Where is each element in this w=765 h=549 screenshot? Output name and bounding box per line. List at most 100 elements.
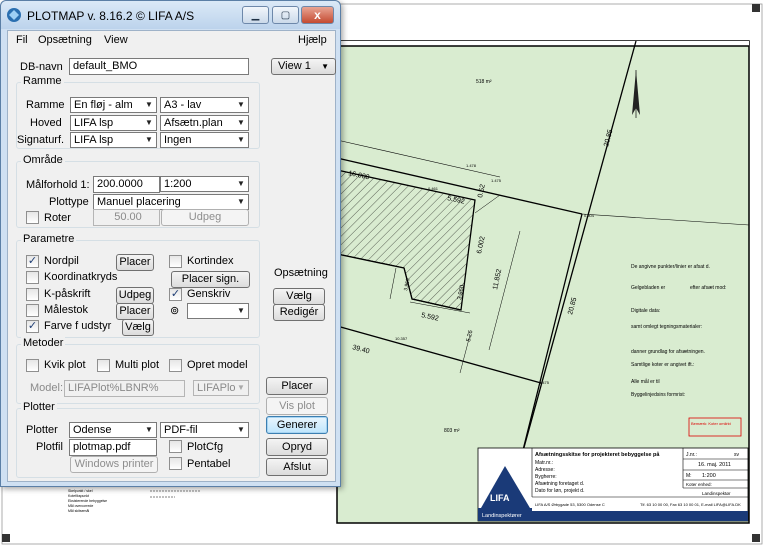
scale-select[interactable]: 1:200 ▼ [160,176,249,192]
tb-row: Afsætning foretaget d. [535,481,584,487]
view-select[interactable]: View 1 ▼ [271,58,336,75]
plotmap-app-icon [7,8,21,22]
keymap-checkbox[interactable] [169,255,182,268]
clear-button[interactable]: Opryd [266,438,328,456]
close-button[interactable]: x [301,6,334,24]
signatur-extra-value: Ingen [164,134,192,146]
ramme-group-title: Ramme [21,75,64,87]
plottype-label: Plottype [49,196,89,208]
plotter-group-title: Plotter [21,401,57,413]
genskriv-select[interactable]: ▼ [187,303,249,319]
chevron-down-icon: ▼ [145,118,153,127]
north-checkbox[interactable]: ✓ [26,255,39,268]
windows-printer-button[interactable]: Windows printer [70,456,158,473]
tb-scale-label: M: [686,473,692,479]
plottype-select[interactable]: Manuel placering ▼ [93,194,249,210]
plotcfg-checkbox[interactable] [169,440,182,453]
quick-plot-label: Kvik plot [44,359,86,371]
north-place-button[interactable]: Placer [116,254,154,271]
color-choose-button[interactable]: Vælg [122,319,154,336]
legend-item: Mål overcorrede [68,504,93,508]
rotate-input[interactable]: 50.00 [93,209,160,226]
menu-file[interactable]: Fil [16,34,28,46]
quick-plot-checkbox[interactable] [26,359,39,372]
hoved-select[interactable]: LIFA lsp ▼ [70,115,157,131]
remark-text: Bemærk: Koter omlirkt [691,421,732,426]
view-select-value: View 1 [278,60,311,72]
minimize-button[interactable]: ▁ [242,6,269,24]
ramme-select[interactable]: En fløj - alm ▼ [70,97,157,113]
hoved-select-value: LIFA lsp [74,117,114,129]
hoved-type-value: Afsætn.plan [164,117,223,129]
signatur-select[interactable]: LIFA lsp ▼ [70,132,157,148]
menu-view[interactable]: View [104,34,128,46]
rotate-select-button[interactable]: Udpeg [161,209,249,226]
model-select[interactable]: LIFAPlo ▼ [193,380,249,396]
title-bar[interactable]: PLOTMAP v. 8.16.2 © LIFA A/S ▁ ▢ x [1,1,340,29]
menu-help[interactable]: Hjælp [298,34,327,46]
view-plot-button[interactable]: Vis plot [266,397,328,415]
chevron-down-icon: ▼ [145,135,153,144]
model-input[interactable]: LIFAPlot%LBNR% [64,380,185,397]
pentable-label: Pentabel [187,458,231,470]
hoved-type-select[interactable]: Afsætn.plan ▼ [160,115,249,131]
maximize-button[interactable]: ▢ [272,6,299,24]
genskriv-symbol-icon: ⊚ [170,305,180,317]
tb-row: Adresse: [535,467,555,473]
tb-row: Matr.nr.: [535,460,553,466]
pentable-checkbox[interactable] [169,457,182,470]
db-name-label: DB-navn [20,61,63,73]
north-label: Nordpil [44,255,79,267]
kpaskrift-checkbox[interactable] [26,288,39,301]
scalebar-checkbox[interactable] [26,304,39,317]
window-title: PLOTMAP v. 8.16.2 © LIFA A/S [27,9,195,23]
place-sign-button[interactable]: Placer sign. [171,271,250,288]
db-name-input[interactable]: default_BMO [69,58,249,75]
place-button[interactable]: Placer [266,377,328,395]
tb-row: Bygherre: [535,474,557,480]
note-line: Alle mål er til [631,378,660,385]
note-line: efter afsæt mod: [690,285,726,291]
tb-scale: 1:200 [702,473,716,479]
note-line: samt omlegt tegningsmaterialer: [631,324,702,330]
metoder-group-title: Metoder [21,337,66,349]
plotter-select-value: Odense [73,424,112,436]
tb-row: Dato for løn, projekt d. [535,488,584,494]
chevron-down-icon: ▼ [321,62,329,71]
chevron-down-icon: ▼ [237,383,245,392]
scale-input[interactable]: 200.0000 [93,176,160,193]
plotter-select[interactable]: Odense ▼ [69,422,157,438]
menu-setup[interactable]: Opsætning [38,34,92,46]
plotfile-input[interactable]: plotmap.pdf [69,439,157,456]
title-block: Afsætningsskitse for projekteret bebygge… [477,447,749,522]
kpaskrift-select-button[interactable]: Udpeg [116,287,154,304]
color-checkbox[interactable]: ✓ [26,320,39,333]
coord-checkbox[interactable] [26,271,39,284]
legend-item: Mål skitsemål [68,509,89,513]
dim-label: 0.461 [428,186,439,191]
signatur-extra-select[interactable]: Ingen ▼ [160,132,249,148]
tb-address: LIFA A/S Ørbygade 53, 5300 Odense C [535,502,605,507]
create-model-checkbox[interactable] [169,359,182,372]
multi-plot-checkbox[interactable] [97,359,110,372]
chevron-down-icon: ▼ [237,197,245,206]
ramme-select-value: En fløj - alm [74,99,133,111]
tb-sign-label: sv [734,452,740,458]
setup-edit-button[interactable]: Redigér [273,304,325,321]
setup-title: Opsætning [274,267,328,279]
note-line: Samtlige koter er angivet ift.: [631,362,694,368]
checkmark-icon: ✓ [170,288,181,300]
format-select[interactable]: PDF-fil ▼ [160,422,249,438]
generate-button[interactable]: Generer [266,416,328,434]
model-label: Model: [30,382,64,394]
plotmap-window[interactable]: PLOTMAP v. 8.16.2 © LIFA A/S ▁ ▢ x Fil O… [0,0,341,487]
ramme-size-select[interactable]: A3 - lav ▼ [160,97,249,113]
rotate-checkbox[interactable] [26,211,39,224]
quit-button[interactable]: Afslut [266,458,328,476]
legend-item: Kotefikspunkt [68,494,89,498]
tb-journal-label: J.nr.: [686,452,697,458]
genskriv-checkbox[interactable]: ✓ [169,288,182,301]
note-line: De angivne punkter/linier er afsat d. [631,264,710,270]
setup-choose-button[interactable]: Vælg [273,288,325,305]
scalebar-place-button[interactable]: Placer [116,303,154,320]
